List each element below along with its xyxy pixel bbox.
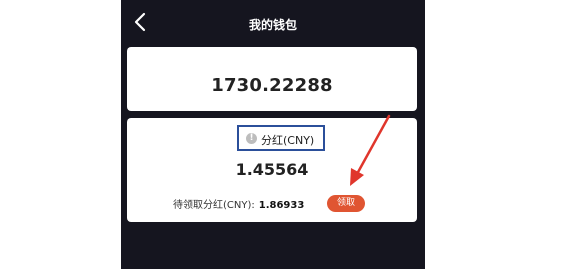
- pending-dividend-value: 1.86933: [258, 200, 305, 211]
- page-title: 我的钱包: [248, 18, 297, 32]
- pending-dividend-label: 待领取分红(CNY):: [173, 200, 255, 211]
- pending-dividend-row: 待领取分红(CNY): 1.86933: [173, 196, 304, 211]
- dividend-label-highlight: ! 分红(CNY): [237, 125, 325, 151]
- claim-button[interactable]: 领取: [327, 195, 365, 212]
- balance-card: 1730.22288: [127, 47, 417, 111]
- dividend-label: 分红(CNY): [261, 134, 315, 147]
- info-icon[interactable]: !: [246, 133, 257, 144]
- wallet-screen: 我的钱包 1730.22288 ! 分红(CNY) 1.45564 待领取分红(…: [121, 0, 425, 269]
- top-bar: 我的钱包: [121, 0, 425, 44]
- dividend-card: ! 分红(CNY) 1.45564 待领取分红(CNY): 1.86933 领取: [127, 118, 417, 222]
- dividend-value: 1.45564: [235, 160, 309, 179]
- balance-value: 1730.22288: [211, 75, 333, 96]
